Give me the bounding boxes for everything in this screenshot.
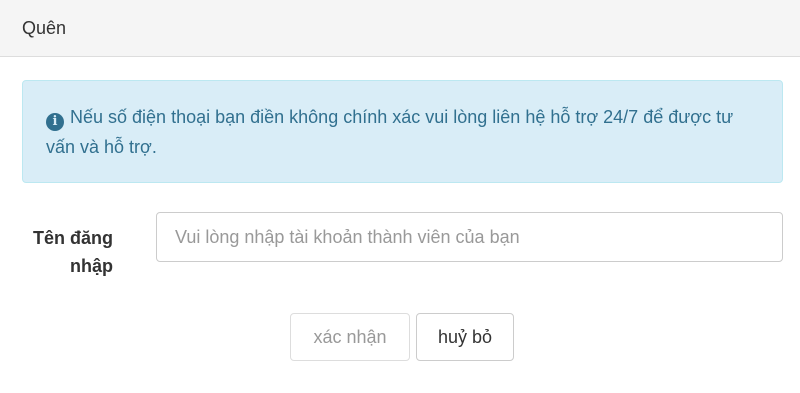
panel-title: Quên: [22, 18, 67, 38]
username-label: Tên đăng nhập: [33, 228, 113, 276]
info-circle-icon: i: [46, 113, 64, 131]
username-input[interactable]: [156, 212, 783, 262]
alert-text: Nếu số điện thoại bạn điền không chính x…: [46, 107, 734, 157]
panel-header: Quên: [0, 0, 800, 57]
info-alert: i Nếu số điện thoại bạn điền không chính …: [22, 80, 783, 183]
confirm-button[interactable]: xác nhận: [290, 313, 410, 361]
cancel-button[interactable]: huỷ bỏ: [416, 313, 514, 361]
